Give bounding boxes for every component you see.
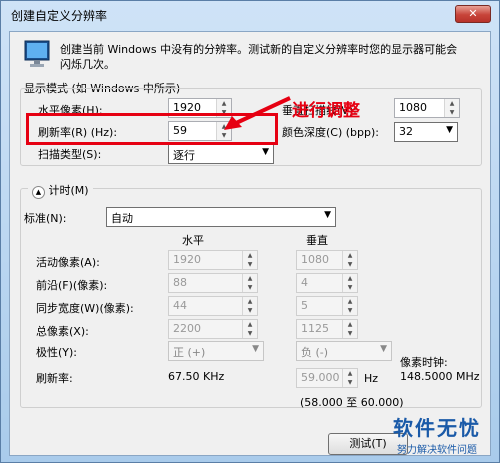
scan-type-select[interactable]: 逐行 ▼: [168, 144, 274, 164]
active-v-spinner: 1080 ▲ ▼: [296, 250, 358, 270]
color-depth-label: 颜色深度(C) (bpp):: [282, 126, 379, 139]
standard-select[interactable]: 自动 ▼: [106, 207, 336, 227]
color-depth-select[interactable]: 32 ▼: [394, 122, 458, 142]
standard-value: 自动: [111, 212, 133, 225]
spin-up-icon: ▲: [243, 320, 257, 329]
spin-down-icon[interactable]: ▼: [445, 108, 459, 117]
spin-down-icon: ▼: [243, 283, 257, 292]
v-refresh-value: 59.000: [301, 371, 340, 384]
spin-up-icon[interactable]: ▲: [445, 99, 459, 108]
spin-down-icon: ▼: [243, 260, 257, 269]
annotation-text: 进行调整: [292, 101, 360, 121]
sync-h-value: 44: [173, 299, 187, 312]
h-frequency-value: 67.50 KHz: [168, 370, 225, 383]
active-pixels-label: 活动像素(A):: [36, 256, 100, 269]
front-h-value: 88: [173, 276, 187, 289]
pixel-clock-label: 像素时钟:: [400, 356, 448, 369]
v-lines-value: 1080: [399, 101, 427, 114]
v-lines-spinner[interactable]: 1080 ▲ ▼: [394, 98, 460, 118]
active-v-value: 1080: [301, 253, 329, 266]
chevron-down-icon: ▼: [380, 344, 387, 354]
standard-label: 标准(N):: [24, 212, 67, 225]
spin-down-icon: ▼: [243, 306, 257, 315]
polarity-label: 极性(Y):: [36, 346, 78, 359]
front-porch-label: 前沿(F)(像素):: [36, 279, 108, 292]
chevron-down-icon: ▼: [324, 210, 331, 220]
spin-down-icon: ▼: [343, 306, 357, 315]
chevron-down-icon: ▼: [252, 344, 259, 354]
sync-h-spinner: 44 ▲ ▼: [168, 296, 258, 316]
spin-up-icon: ▲: [243, 274, 257, 283]
pixel-clock-value: 148.5000 MHz: [400, 370, 480, 383]
front-v-value: 4: [301, 276, 308, 289]
refresh-range: (58.000 至 60.000): [300, 396, 404, 409]
scan-type-value: 逐行: [173, 149, 195, 162]
timing-toggle[interactable]: ▲ 计时(M): [28, 182, 93, 199]
total-v-value: 1125: [301, 322, 329, 335]
close-button[interactable]: ✕: [455, 5, 491, 23]
polarity-v-value: 负 (-): [301, 346, 329, 359]
chevron-down-icon: ▼: [446, 125, 453, 135]
sync-v-value: 5: [301, 299, 308, 312]
spin-up-icon: ▲: [243, 297, 257, 306]
spin-up-icon: ▲: [343, 369, 357, 378]
front-h-spinner: 88 ▲ ▼: [168, 273, 258, 293]
spin-down-icon: ▼: [343, 329, 357, 338]
arrow-icon: [224, 96, 291, 130]
active-h-value: 1920: [173, 253, 201, 266]
spin-up-icon: ▲: [343, 297, 357, 306]
spin-down-icon: ▼: [243, 329, 257, 338]
polarity-h-select: 正 (+) ▼: [168, 341, 264, 361]
dialog-client: 创建当前 Windows 中没有的分辨率。测试新的自定义分辨率时您的显示器可能会…: [9, 31, 491, 456]
watermark-subtitle: 努力解决软件问题: [397, 445, 477, 456]
column-horizontal: 水平: [182, 234, 204, 247]
total-h-spinner: 2200 ▲ ▼: [168, 319, 258, 339]
watermark-title: 软件无忧: [393, 416, 481, 440]
collapse-up-icon[interactable]: ▲: [32, 186, 45, 199]
title-bar: 创建自定义分辨率: [1, 1, 499, 29]
total-h-value: 2200: [173, 322, 201, 335]
v-refresh-unit: Hz: [364, 372, 379, 385]
spin-up-icon: ▲: [343, 251, 357, 260]
column-vertical: 垂直: [306, 234, 328, 247]
spin-down-icon: ▼: [343, 378, 357, 387]
monitor-icon: [24, 40, 50, 67]
front-v-spinner: 4 ▲ ▼: [296, 273, 358, 293]
scan-type-label: 扫描类型(S):: [38, 148, 102, 161]
sync-width-label: 同步宽度(W)(像素):: [36, 302, 134, 315]
spin-down-icon: ▼: [343, 283, 357, 292]
total-v-spinner: 1125 ▲ ▼: [296, 319, 358, 339]
spin-up-icon: ▲: [243, 251, 257, 260]
description-text: 创建当前 Windows 中没有的分辨率。测试新的自定义分辨率时您的显示器可能会…: [60, 43, 458, 71]
color-depth-value: 32: [399, 125, 413, 138]
sync-v-spinner: 5 ▲ ▼: [296, 296, 358, 316]
polarity-h-value: 正 (+): [173, 346, 206, 359]
active-h-spinner: 1920 ▲ ▼: [168, 250, 258, 270]
watermark: 软件无忧 努力解决软件问题: [381, 412, 493, 456]
total-pixels-label: 总像素(X):: [36, 325, 89, 338]
timing-refresh-label: 刷新率:: [36, 372, 73, 385]
dialog-window: 创建自定义分辨率 ✕ 创建当前 Windows 中没有的分辨率。测试新的自定义分…: [0, 0, 500, 463]
timing-label: 计时(M): [48, 184, 89, 197]
window-title: 创建自定义分辨率: [11, 9, 108, 23]
spin-up-icon: ▲: [343, 320, 357, 329]
v-refresh-spinner: 59.000 ▲ ▼: [296, 368, 358, 388]
spin-up-icon: ▲: [343, 274, 357, 283]
spin-down-icon: ▼: [343, 260, 357, 269]
polarity-v-select: 负 (-) ▼: [296, 341, 392, 361]
chevron-down-icon: ▼: [262, 147, 269, 157]
